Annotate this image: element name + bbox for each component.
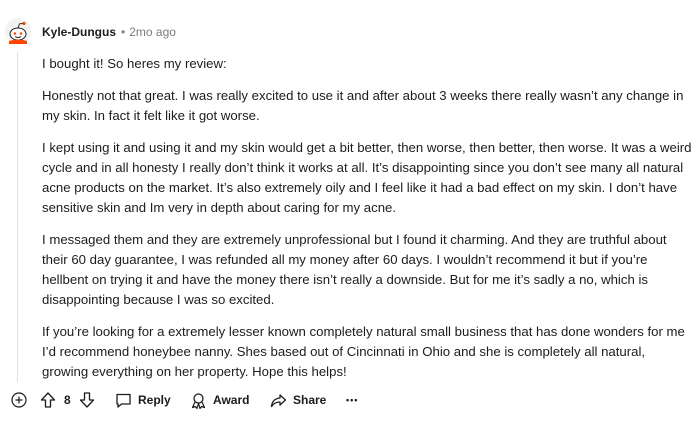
upvote-button[interactable]	[40, 389, 56, 411]
comment-bubble-icon	[116, 393, 131, 408]
expand-thread-button[interactable]	[10, 389, 28, 411]
upvote-icon	[40, 392, 56, 408]
reddit-snoo-avatar-icon	[5, 18, 31, 44]
comment-paragraph-3: I kept using it and using it and my skin…	[42, 140, 692, 215]
comment: Kyle-Dungus • 2mo ago I bought it! So here…	[0, 0, 700, 424]
more-options-icon: •••	[346, 395, 359, 405]
avatar[interactable]	[4, 17, 32, 45]
share-icon	[270, 393, 287, 407]
comment-paragraph-4: I messaged them and they are extremely u…	[42, 232, 667, 307]
thread-line[interactable]	[17, 52, 18, 382]
award-button[interactable]: Award	[190, 389, 249, 411]
share-label: Share	[293, 393, 327, 407]
comment-actions: 8 Reply Award Share •••	[0, 389, 700, 411]
more-options-button[interactable]: •••	[346, 389, 358, 411]
downvote-icon	[79, 392, 95, 408]
comment-body: I bought it! So heres my review: Honestl…	[42, 54, 694, 394]
award-icon	[191, 392, 206, 409]
award-label: Award	[213, 393, 250, 407]
meta-separator: •	[121, 25, 126, 39]
comment-paragraph-1: I bought it! So heres my review:	[42, 56, 227, 71]
reply-button[interactable]: Reply	[115, 389, 171, 411]
vote-count: 8	[64, 393, 71, 407]
author-name[interactable]: Kyle-Dungus	[42, 25, 116, 39]
comment-paragraph-5: If you’re looking for a extremely lesser…	[42, 324, 685, 379]
timestamp[interactable]: 2mo ago	[129, 25, 176, 39]
comment-header: Kyle-Dungus • 2mo ago	[42, 24, 176, 40]
expand-plus-icon	[11, 392, 27, 408]
downvote-button[interactable]	[79, 389, 95, 411]
comment-paragraph-2: Honestly not that great. I was really ex…	[42, 88, 684, 123]
reply-label: Reply	[138, 393, 171, 407]
share-button[interactable]: Share	[270, 389, 326, 411]
